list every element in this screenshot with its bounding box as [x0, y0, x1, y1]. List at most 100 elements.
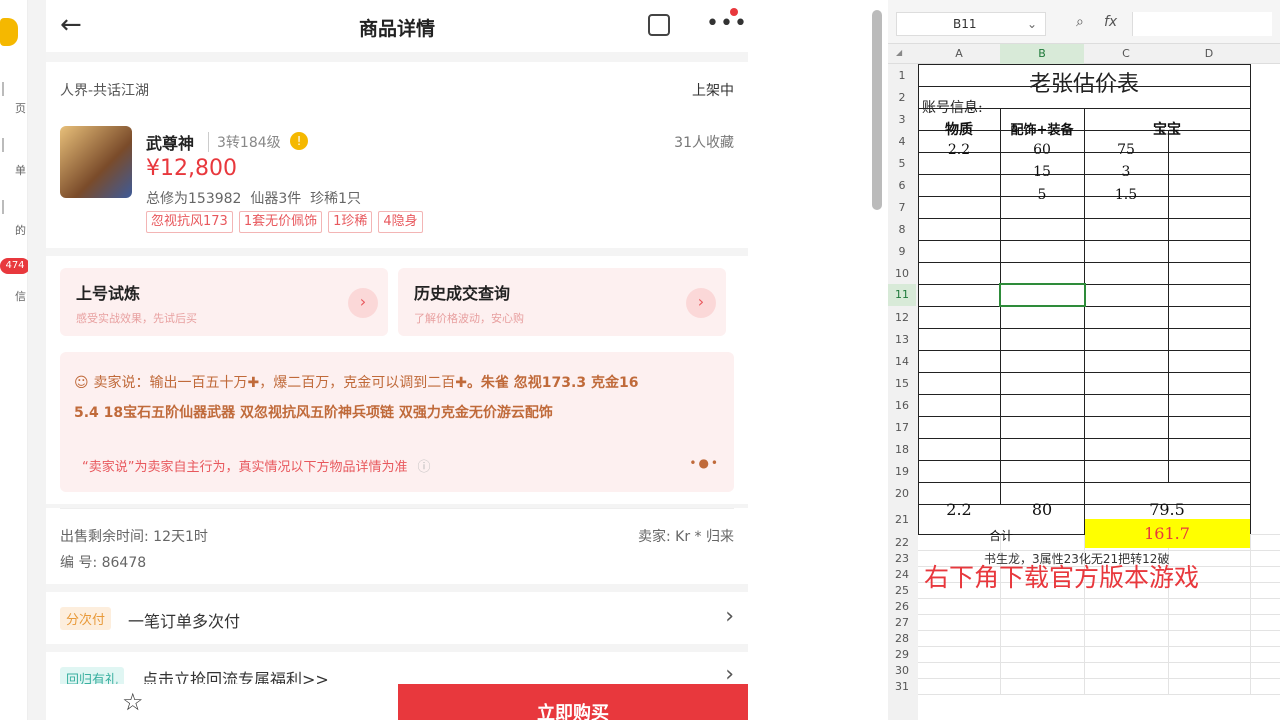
nav-icon — [2, 200, 4, 214]
sidebar-item[interactable]: 页 — [0, 100, 26, 116]
tag: 忽视抗风173 — [146, 211, 233, 233]
bottom-bar: ☆ 立即购买 — [46, 684, 748, 720]
data-cell: 15 — [1033, 164, 1051, 180]
overlay-caption: 右下角下载官方版本游戏 — [924, 563, 1200, 592]
product-detail-app: ← 商品详情 ••• 人界-共话江湖 上架中 武尊神 3转184级 ! 31人收… — [46, 0, 748, 720]
listing-status: 上架中 — [692, 83, 734, 99]
spreadsheet: B11 ⌄ ⌕ fx ◢ A B C D 1 2 3 4 5 6 7 8 9 10 11 12 13 14 1… — [888, 0, 1280, 720]
grid-line — [1250, 64, 1251, 534]
column-label[interactable]: D — [1168, 47, 1250, 60]
sum-label: 合计 — [988, 529, 1013, 543]
seller-note-box: ☺ 卖家说：输出一百五十万✚，爆二百万，克金可以调到二百✚。朱雀 忽视173.3… — [60, 352, 734, 492]
disclaimer-text: “卖家说”为卖家自主行为，真实情况以下方物品详情为准 — [82, 460, 408, 475]
function-icon[interactable]: fx — [1104, 14, 1117, 30]
character-level: 3转184级 — [208, 132, 281, 152]
smile-icon: ☺ — [74, 375, 94, 391]
seller-text: 。朱雀 忽视173.3 克金16 — [466, 375, 639, 391]
grid-line — [918, 630, 1280, 631]
nav-icon — [2, 138, 4, 152]
character-stats: 总修为153982 仙器3件 珍稀1只 — [146, 191, 362, 207]
seller-note: ☺ 卖家说：输出一百五十万✚，爆二百万，克金可以调到二百✚。朱雀 忽视173.3… — [74, 368, 724, 428]
header-cell: 宝宝 — [1153, 122, 1181, 138]
app-logo-icon — [0, 18, 18, 46]
share-icon[interactable] — [648, 14, 670, 36]
installment-badge: 分次付 — [60, 607, 112, 630]
star-icon[interactable]: ☆ — [122, 690, 144, 714]
data-cell: 5 — [1037, 187, 1047, 203]
data-cell: 60 — [1033, 142, 1051, 158]
data-cell: 2.2 — [947, 142, 971, 158]
data-cell: 3 — [1121, 164, 1131, 180]
tag-list: 忽视抗风173 1套无价佩饰 1珍稀 4隐身 — [146, 210, 429, 233]
select-all-icon[interactable]: ◢ — [896, 48, 902, 57]
chevron-right-icon: › — [686, 288, 716, 318]
trial-subtitle: 感受实战效果，先试后买 — [76, 312, 197, 325]
tag: 4隐身 — [378, 211, 423, 233]
sale-info: 出售剩余时间: 12天1时 卖家: Kr * 归来 编 号: 86478 — [46, 508, 748, 584]
service-section: 上号试炼 感受实战效果，先试后买 › 历史成交查询 了解价格波动，安心购 › ☺… — [46, 256, 748, 504]
total-cell: 2.2 — [946, 500, 972, 519]
tag: 1珍稀 — [328, 211, 373, 233]
data-cell: 75 — [1117, 142, 1135, 158]
formula-input[interactable] — [1132, 12, 1272, 36]
sidebar-item[interactable]: 单 — [0, 162, 26, 178]
character-name: 武尊神 — [146, 134, 195, 153]
data-cell: 1.5 — [1114, 187, 1138, 203]
account-label: 账号信息: — [922, 100, 983, 116]
seller-name: 卖家: Kr * 归来 — [637, 529, 734, 545]
server-name: 人界-共话江湖 — [60, 83, 150, 99]
nav-icon — [2, 82, 4, 96]
selected-cell[interactable] — [999, 283, 1086, 307]
background-gap — [748, 0, 888, 720]
seller-disclaimer: “卖家说”为卖家自主行为，真实情况以下方物品详情为准 ⓘ — [82, 456, 431, 475]
chevron-down-icon: ⌄ — [1026, 17, 1037, 31]
scrollbar[interactable] — [872, 10, 882, 210]
tag: 1套无价佩饰 — [238, 211, 323, 233]
history-title: 历史成交查询 — [414, 284, 511, 303]
character-avatar — [60, 126, 132, 198]
name-box[interactable]: B11 ⌄ — [896, 12, 1046, 36]
column-header: ◢ A B C D — [888, 44, 1280, 64]
grid-line — [1168, 174, 1169, 482]
help-icon[interactable]: ⓘ — [417, 460, 430, 475]
grid-line — [918, 662, 1280, 663]
unread-badge: 474 — [0, 258, 30, 274]
trial-title: 上号试炼 — [76, 284, 141, 303]
installment-row[interactable]: 分次付 一笔订单多次付 › — [46, 592, 748, 644]
plus-icon: ✚ — [455, 375, 467, 391]
buy-now-button[interactable]: 立即购买 — [398, 684, 748, 720]
chevron-right-icon: › — [725, 604, 734, 629]
sidebar-item[interactable]: 的 — [0, 222, 26, 238]
info-icon[interactable]: ! — [290, 132, 308, 150]
history-card[interactable]: 历史成交查询 了解价格波动，安心购 › — [398, 268, 726, 336]
column-label[interactable]: C — [1084, 47, 1168, 60]
formula-bar: B11 ⌄ ⌕ fx — [888, 0, 1280, 44]
zoom-icon[interactable]: ⌕ — [1076, 14, 1084, 30]
more-dots-icon[interactable]: •●• — [689, 456, 720, 470]
more-icon[interactable]: ••• — [706, 13, 747, 35]
remaining-time: 出售剩余时间: 12天1时 — [60, 529, 208, 545]
chevron-right-icon: › — [348, 288, 378, 318]
installment-text: 一笔订单多次付 — [128, 612, 241, 631]
sidebar-item[interactable]: 信 — [0, 288, 26, 304]
cell-grid[interactable] — [888, 64, 1280, 720]
product-card: 人界-共话江湖 上架中 武尊神 3转184级 ! 31人收藏 ¥12,800 总… — [46, 62, 748, 248]
seller-text: 5.4 18宝石五阶仙器武器 双忽视抗风五阶神兵项链 双强力克金无价游云配饰 — [74, 405, 553, 421]
grid-line — [918, 646, 1280, 647]
buy-now-label: 立即购买 — [537, 703, 609, 720]
header-cell: 物质 — [945, 122, 973, 138]
grid-line — [918, 694, 1280, 695]
column-label[interactable]: B — [1000, 44, 1084, 64]
seller-intro: 卖家说：输出一百五十万 — [93, 375, 248, 391]
name-box-value: B11 — [953, 17, 977, 31]
grid-line — [918, 614, 1280, 615]
history-subtitle: 了解价格波动，安心购 — [414, 312, 524, 325]
grid-line — [918, 64, 1250, 65]
column-label[interactable]: A — [918, 47, 1000, 60]
total-cell: 80 — [1031, 500, 1053, 519]
notification-dot — [730, 8, 738, 16]
price: ¥12,800 — [146, 156, 237, 181]
divider — [60, 508, 734, 509]
plus-icon: ✚ — [247, 375, 260, 391]
trial-card[interactable]: 上号试炼 感受实战效果，先试后买 › — [60, 268, 388, 336]
